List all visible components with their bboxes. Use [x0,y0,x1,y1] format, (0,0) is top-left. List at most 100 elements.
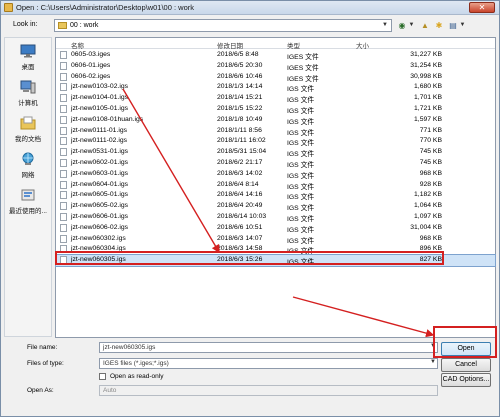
file-type: IGS 文件 [287,107,315,115]
place-label: 最近使用的... [9,208,47,215]
file-name-value: jzt-new060305.igs [103,344,156,351]
open-dialog: Open : C:\Users\Administrator\Desktop\w0… [0,0,500,417]
look-in-dropdown[interactable]: 00 : work ▼ [54,19,392,32]
file-name: jzt-new0604-01.igs [71,180,129,188]
file-type: IGS 文件 [287,118,315,126]
file-name: jzt-new0605-02.igs [71,202,129,210]
file-size: 928 KB [419,180,442,188]
up-folder-icon[interactable]: ▲ [419,20,431,31]
column-date[interactable]: 修改日期 [217,40,243,50]
file-size: 771 KB [419,126,442,134]
back-icon[interactable]: ◉ [397,20,407,31]
file-row[interactable]: jzt-new0606-01.igs 2018/6/14 10:03 IGS 文件 1… [56,212,495,223]
file-row[interactable]: jzt-new0111-01.igs 2018/1/11 8:56 IGS 文件 77… [56,126,495,137]
file-date: 2018/6/3 14:07 [217,234,263,242]
chevron-down-icon[interactable]: ▼ [430,359,436,365]
file-type-dropdown[interactable]: IGES files (*.iges;*.igs) ▼ [99,358,438,369]
file-type: IGS 文件 [287,194,315,202]
column-name[interactable]: 名称 [71,40,84,50]
file-icon [60,104,67,113]
file-row[interactable]: jzt-new060302.igs 2018/6/3 14:07 IGS 文件 968… [56,234,495,245]
place-network[interactable]: 网络 [5,152,51,179]
file-name: jzt-new0531-01.igs [71,148,129,156]
file-row[interactable]: jzt-new0111-02.igs 2018/1/11 16:02 IGS 文件 7… [56,136,495,147]
file-size: 1,182 KB [414,191,442,199]
file-row[interactable]: 0606-01.iges 2018/6/5 20:30 IGES 文件 31,254 … [56,61,495,72]
file-row[interactable]: jzt-new0604-01.igs 2018/6/4 8:14 IGS 文件 928… [56,180,495,191]
file-row[interactable]: jzt-new0103-02.igs 2018/1/3 14:14 IGS 文件 1,… [56,82,495,93]
file-date: 2018/6/2 21:17 [217,158,263,166]
place-desktop[interactable]: 桌面 [5,44,51,71]
file-type: IGS 文件 [287,215,315,223]
file-type: IGS 文件 [287,237,315,245]
file-size: 745 KB [419,148,442,156]
file-size: 31,227 KB [410,51,442,58]
file-type: IGS 文件 [287,97,315,105]
file-type: IGES 文件 [287,64,319,72]
file-icon [60,234,67,243]
place-recent[interactable]: 最近使用的... [5,188,51,215]
file-date: 2018/1/8 10:49 [217,115,263,123]
file-row[interactable]: jzt-new0605-01.igs 2018/6/4 14:16 IGS 文件 1,… [56,190,495,201]
look-in-value: 00 : work [70,22,99,29]
file-row[interactable]: jzt-new0104-01.igs 2018/1/4 15:21 IGS 文件 1,… [56,93,495,104]
file-size: 770 KB [419,137,442,145]
file-row[interactable]: jzt-new0531-01.igs 2018/5/31 15:04 IGS 文件 7… [56,147,495,158]
file-name: 0606-01.iges [71,61,111,69]
column-type[interactable]: 类型 [287,40,300,50]
file-name-input[interactable]: jzt-new060305.igs ▼ [99,342,438,353]
file-name: jzt-new0602-01.igs [71,158,129,166]
file-list-header: 名称 修改日期 类型 大小 [56,38,495,50]
read-only-checkbox[interactable] [99,373,106,380]
file-icon [60,115,67,124]
file-row[interactable]: 0606-02.iges 2018/6/6 10:46 IGES 文件 30,998 … [56,72,495,83]
back-dropdown-icon[interactable]: ▼ [408,20,415,31]
open-as-dropdown[interactable]: Auto [99,385,438,396]
file-icon [60,212,67,221]
file-type: IGES 文件 [287,75,319,83]
cancel-button[interactable]: Cancel [441,358,491,372]
file-type-value: IGES files (*.iges;*.igs) [103,360,169,367]
read-only-label: Open as read-only [110,373,164,380]
file-date: 2018/1/11 8:56 [217,126,262,134]
file-row[interactable]: jzt-new0108-01huan.igs 2018/1/8 10:49 IGS … [56,115,495,126]
file-type: IGS 文件 [287,172,315,180]
places-bar: 桌面 计算机 我的文档 网络 最近使用的... [4,37,52,337]
file-row[interactable]: jzt-new0603-01.igs 2018/6/3 14:02 IGS 文件 96… [56,169,495,180]
view-dropdown-icon[interactable]: ▼ [459,20,466,31]
file-size: 1,097 KB [414,212,442,220]
file-date: 2018/1/5 15:22 [217,104,263,112]
chevron-down-icon[interactable]: ▼ [380,21,390,30]
file-row[interactable]: 0605-03.iges 2018/6/5 8:48 IGES 文件 31,227 K… [56,50,495,61]
new-folder-icon[interactable]: ✱ [433,20,445,31]
file-name: jzt-new0606-01.igs [71,212,129,220]
file-row[interactable]: jzt-new0606-02.igs 2018/6/6 10:51 IGS 文件 31… [56,223,495,234]
view-menu-icon[interactable]: ▤ [447,20,459,31]
file-date: 2018/6/4 14:16 [217,191,263,199]
file-icon [60,148,67,157]
file-row[interactable]: jzt-new0605-02.igs 2018/6/4 20:49 IGS 文件 1,… [56,201,495,212]
look-in-label: Look in: [13,21,38,28]
file-row[interactable]: jzt-new0105-01.igs 2018/1/5 15:22 IGS 文件 1,… [56,104,495,115]
file-icon [60,180,67,189]
open-as-value: Auto [103,387,117,394]
cad-options-button[interactable]: CAD Options... [441,373,491,387]
desktop-icon [20,44,36,58]
file-row[interactable]: jzt-new0602-01.igs 2018/6/2 21:17 IGS 文件 74… [56,158,495,169]
open-as-label: Open As: [27,387,54,394]
place-computer[interactable]: 计算机 [5,80,51,107]
close-button[interactable]: ✕ [469,2,495,13]
place-label: 桌面 [21,64,35,71]
place-label: 计算机 [18,100,38,107]
place-documents[interactable]: 我的文档 [5,116,51,143]
file-date: 2018/6/3 14:02 [217,169,263,177]
file-icon [60,83,67,92]
computer-icon [20,80,36,94]
file-name: jzt-new060302.igs [71,234,126,242]
file-date: 2018/6/6 10:51 [217,223,263,231]
column-size[interactable]: 大小 [356,40,369,50]
file-size: 31,004 KB [410,223,442,231]
network-icon [22,152,34,165]
file-type: IGS 文件 [287,86,315,94]
file-list: 名称 修改日期 类型 大小 0605-03.iges 2018/6/5 8:48 I… [55,37,496,338]
